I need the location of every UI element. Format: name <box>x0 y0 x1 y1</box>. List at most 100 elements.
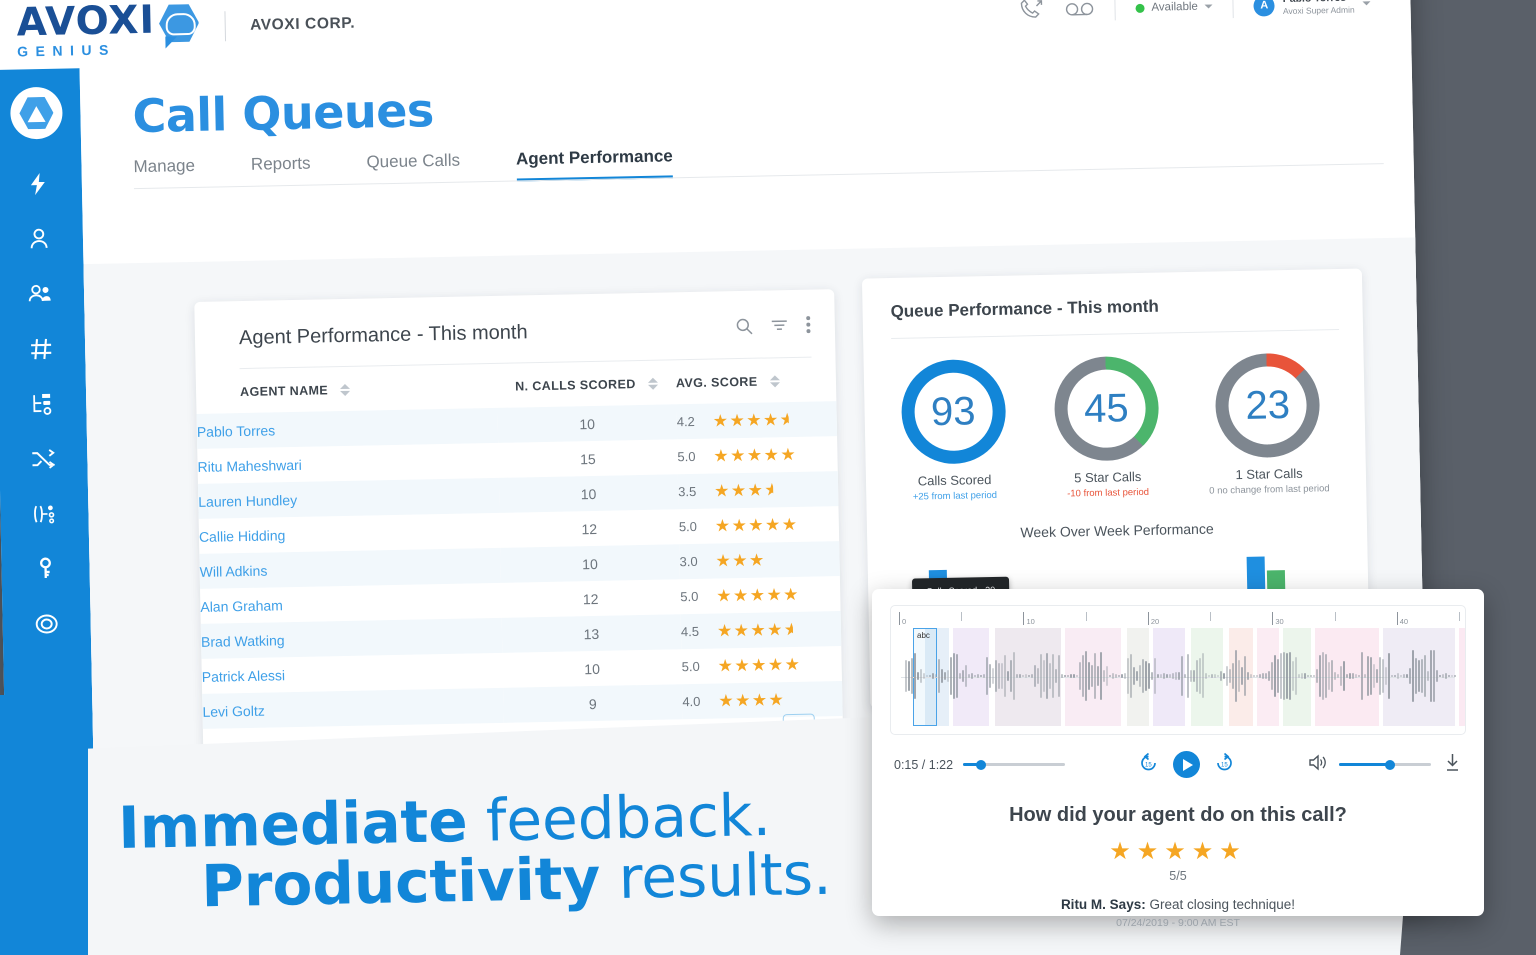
col-avg-score[interactable]: AVG. SCORE <box>676 357 837 404</box>
waveform-spike <box>1397 673 1399 679</box>
chevron-down-icon[interactable] <box>329 776 342 784</box>
waveform-spike <box>1334 671 1336 681</box>
agent-name-link[interactable]: Callie Hidding <box>199 513 500 554</box>
sidebar-item-call-flow[interactable] <box>25 389 60 420</box>
ruler-tick <box>961 612 963 621</box>
play-icon[interactable] <box>1173 751 1201 778</box>
sidebar-item-call-queues[interactable] <box>27 499 62 530</box>
agent-name-link[interactable]: Pablo Torres <box>196 407 498 449</box>
waveform-spike <box>1004 655 1006 697</box>
volume-icon[interactable] <box>1308 753 1327 776</box>
page-title: Call Queues <box>131 83 435 144</box>
volume-slider[interactable] <box>1338 759 1431 770</box>
waveform-spike <box>965 664 967 688</box>
ruler-label: 40 <box>1399 617 1409 626</box>
waveform-spike <box>1148 663 1150 689</box>
avg-score-value: 5.0 <box>681 658 700 675</box>
outbound-call-icon[interactable] <box>1018 0 1044 21</box>
waveform-spike <box>1313 675 1315 677</box>
sidebar-item-users[interactable] <box>22 224 57 255</box>
agent-name-link[interactable]: Will Adkins <box>199 547 501 589</box>
waveform-spike <box>1052 654 1054 698</box>
waveform-spike <box>1337 673 1339 679</box>
agent-name-link[interactable]: Alan Graham <box>200 583 501 624</box>
brain-icon <box>157 1 204 48</box>
progress-slider[interactable] <box>963 759 1066 770</box>
sort-icon[interactable] <box>647 377 658 390</box>
sidebar-item-teams[interactable] <box>23 279 58 310</box>
waveform-spike <box>1370 656 1372 696</box>
waveform-spike <box>920 668 922 684</box>
more-vertical-icon[interactable] <box>806 316 811 339</box>
tab-agent-performance[interactable]: Agent Performance <box>515 146 674 182</box>
feedback-stars[interactable]: ★★★★★ <box>872 837 1484 866</box>
waveform-spike <box>1019 673 1021 679</box>
waveform-spike <box>1364 673 1366 679</box>
waveform-spike <box>917 672 919 680</box>
waveform-spike <box>1127 657 1129 695</box>
player-controls: 0:15 / 1:22 15 15 <box>872 735 1484 778</box>
tab-reports[interactable]: Reports <box>251 154 311 187</box>
waveform-editor[interactable]: 0 10 20 30 40 abc <box>890 605 1466 735</box>
filter-icon[interactable] <box>771 318 788 337</box>
tab-manage[interactable]: Manage <box>133 156 195 189</box>
col-calls-scored[interactable]: N. CALLS SCORED <box>496 360 676 408</box>
calls-scored-value: 10 <box>584 660 601 677</box>
tab-underline <box>133 163 1384 190</box>
sidebar-item-settings[interactable] <box>29 609 64 640</box>
avg-score-value: 4.2 <box>676 413 695 430</box>
waveform-spike <box>1196 660 1198 692</box>
status-dot-icon <box>1135 3 1145 13</box>
sidebar-item-routing[interactable] <box>26 444 61 475</box>
avg-score-cell: 5.0 ★★★★★ <box>679 506 840 544</box>
download-icon[interactable] <box>1443 753 1462 777</box>
waveform-spike <box>1055 668 1057 684</box>
waveform-spike <box>1088 661 1090 691</box>
sidebar-item-activity[interactable] <box>21 169 56 200</box>
availability-selector[interactable]: Available <box>1135 0 1213 14</box>
waveform-spike <box>1406 674 1408 678</box>
search-icon[interactable] <box>736 317 753 339</box>
sidebar-item-numbers[interactable] <box>24 334 59 365</box>
waveform-spike <box>1061 673 1063 679</box>
waveform-spike <box>1307 675 1309 677</box>
brand-logo[interactable]: AVOXI GENIUS AVOXI CORP. <box>0 0 356 59</box>
sort-icon[interactable] <box>339 383 351 397</box>
sidebar-item-permissions[interactable] <box>28 554 63 585</box>
waveform-spike <box>1106 665 1108 687</box>
agent-name-link[interactable]: Ritu Maheshwari <box>197 443 498 484</box>
feedback-section: How did your agent do on this call? ★★★★… <box>872 778 1484 929</box>
agent-name-link[interactable]: Lauren Hundley <box>197 477 500 519</box>
agent-name-link[interactable]: Patrick Alessi <box>201 653 502 694</box>
pagination-page-1[interactable]: 1 <box>782 713 816 745</box>
forward-15-icon[interactable]: 15 <box>1214 752 1235 778</box>
avg-score-value: 3.0 <box>679 553 698 570</box>
rewind-15-icon[interactable]: 15 <box>1138 752 1159 778</box>
waveform-spike <box>1322 651 1324 701</box>
star-rating: ★★★★ <box>718 690 786 711</box>
company-name: AVOXI CORP. <box>249 14 356 34</box>
col-agent-name[interactable]: AGENT NAME <box>196 364 498 414</box>
sort-icon[interactable] <box>769 375 780 388</box>
waveform-spike <box>953 653 955 699</box>
waveform-spike <box>1355 673 1357 679</box>
agent-name-link[interactable]: Levi Goltz <box>202 687 504 729</box>
avg-score-cell: 4.5 ★★★★★ <box>680 611 842 650</box>
waveform-spike <box>983 673 985 678</box>
tab-queue-calls[interactable]: Queue Calls <box>366 151 460 185</box>
ruler-label: 0 <box>902 617 907 626</box>
waveform-spike <box>1112 673 1114 679</box>
waveform-spike <box>1178 672 1180 680</box>
waveform-spike <box>911 657 913 695</box>
waveform-spike <box>1328 661 1330 691</box>
ruler-tick <box>1147 612 1149 625</box>
waveform-spike <box>1016 674 1018 678</box>
avoxi-mark-icon[interactable] <box>9 86 63 140</box>
waveform-spike <box>1292 660 1294 692</box>
waveform-spike <box>929 675 931 677</box>
time-display: 0:15 / 1:22 <box>894 757 954 772</box>
agent-name-link[interactable]: Brad Watking <box>200 617 503 659</box>
star-rating: ★★★★ <box>713 480 774 501</box>
user-menu[interactable]: A Pablo Torres Avoxi Super Admin <box>1253 0 1371 18</box>
voicemail-icon[interactable] <box>1064 0 1094 18</box>
